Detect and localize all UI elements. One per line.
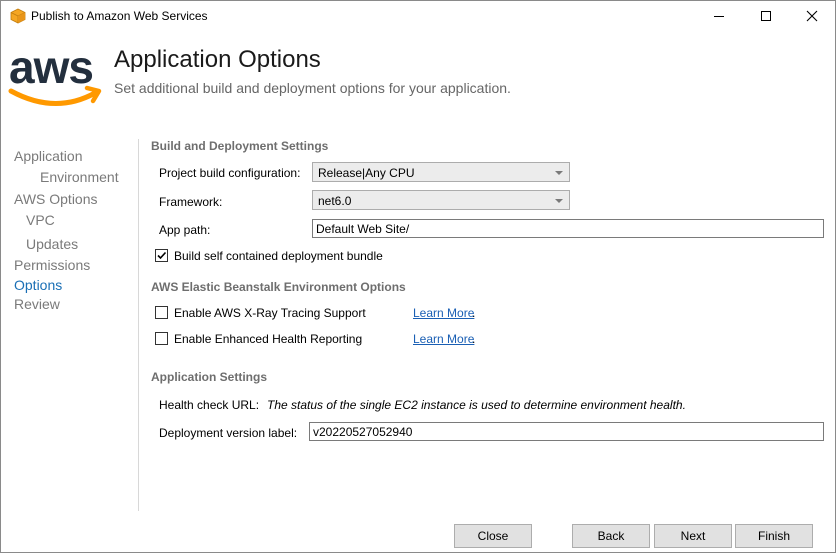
aws-logo: aws — [7, 41, 105, 113]
checkmark-icon — [157, 251, 167, 260]
health-url-label: Health check URL: — [159, 398, 260, 412]
xray-learn-more-link[interactable]: Learn More — [413, 306, 474, 320]
nav-divider — [138, 139, 139, 511]
maximize-icon — [761, 11, 771, 21]
nav-item-environment[interactable]: Environment — [40, 169, 119, 185]
close-button[interactable]: Close — [454, 524, 532, 548]
nav-item-review[interactable]: Review — [14, 296, 60, 312]
self-contained-label[interactable]: Build self contained deployment bundle — [174, 249, 383, 263]
version-label-input[interactable]: v20220527052940 — [309, 422, 824, 441]
aws-package-icon — [10, 8, 26, 24]
self-contained-checkbox[interactable] — [155, 249, 168, 262]
build-config-select[interactable]: Release|Any CPU — [312, 162, 570, 182]
chevron-down-icon — [555, 171, 563, 175]
xray-checkbox[interactable] — [155, 306, 168, 319]
version-label-value: v20220527052940 — [313, 425, 413, 439]
app-path-value: Default Web Site/ — [316, 222, 410, 236]
finish-button[interactable]: Finish — [735, 524, 813, 548]
framework-label: Framework: — [159, 195, 223, 209]
nav-item-aws-options[interactable]: AWS Options — [14, 191, 98, 207]
close-icon — [806, 10, 818, 22]
beanstalk-section-title: AWS Elastic Beanstalk Environment Option… — [151, 280, 406, 294]
app-path-input[interactable]: Default Web Site/ — [312, 219, 824, 238]
nav-item-options[interactable]: Options — [14, 277, 62, 293]
build-config-label: Project build configuration: — [159, 166, 301, 180]
title-bar[interactable]: Publish to Amazon Web Services — [1, 1, 835, 31]
nav-item-application[interactable]: Application — [14, 148, 83, 164]
link-period: . — [472, 332, 476, 346]
app-path-label: App path: — [159, 223, 211, 237]
maximize-button[interactable] — [743, 1, 789, 31]
enhanced-health-checkbox[interactable] — [155, 332, 168, 345]
aws-logo-text: aws — [9, 45, 93, 93]
build-section-title: Build and Deployment Settings — [151, 139, 329, 153]
enhanced-health-label[interactable]: Enable Enhanced Health Reporting — [174, 332, 362, 346]
window-title: Publish to Amazon Web Services — [31, 9, 208, 23]
version-label: Deployment version label: — [159, 426, 298, 440]
publish-dialog: Publish to Amazon Web Services aws Appli… — [0, 0, 836, 553]
link-period: . — [472, 306, 476, 320]
health-url-note: The status of the single EC2 instance is… — [267, 398, 686, 412]
next-button[interactable]: Next — [654, 524, 732, 548]
app-settings-section-title: Application Settings — [151, 370, 268, 384]
page-title: Application Options — [114, 46, 321, 73]
build-config-value: Release|Any CPU — [318, 166, 415, 180]
health-learn-more-link[interactable]: Learn More — [413, 332, 474, 346]
close-window-button[interactable] — [789, 1, 835, 31]
nav-item-updates[interactable]: Updates — [26, 236, 78, 252]
page-subtitle: Set additional build and deployment opti… — [114, 80, 511, 96]
nav-item-permissions[interactable]: Permissions — [14, 257, 90, 273]
minimize-button[interactable] — [696, 1, 742, 31]
nav-item-vpc[interactable]: VPC — [26, 212, 55, 228]
back-button[interactable]: Back — [572, 524, 650, 548]
framework-value: net6.0 — [318, 194, 352, 208]
chevron-down-icon — [555, 199, 563, 203]
xray-label[interactable]: Enable AWS X-Ray Tracing Support — [174, 306, 366, 320]
framework-select[interactable]: net6.0 — [312, 190, 570, 210]
minimize-icon — [714, 16, 724, 17]
